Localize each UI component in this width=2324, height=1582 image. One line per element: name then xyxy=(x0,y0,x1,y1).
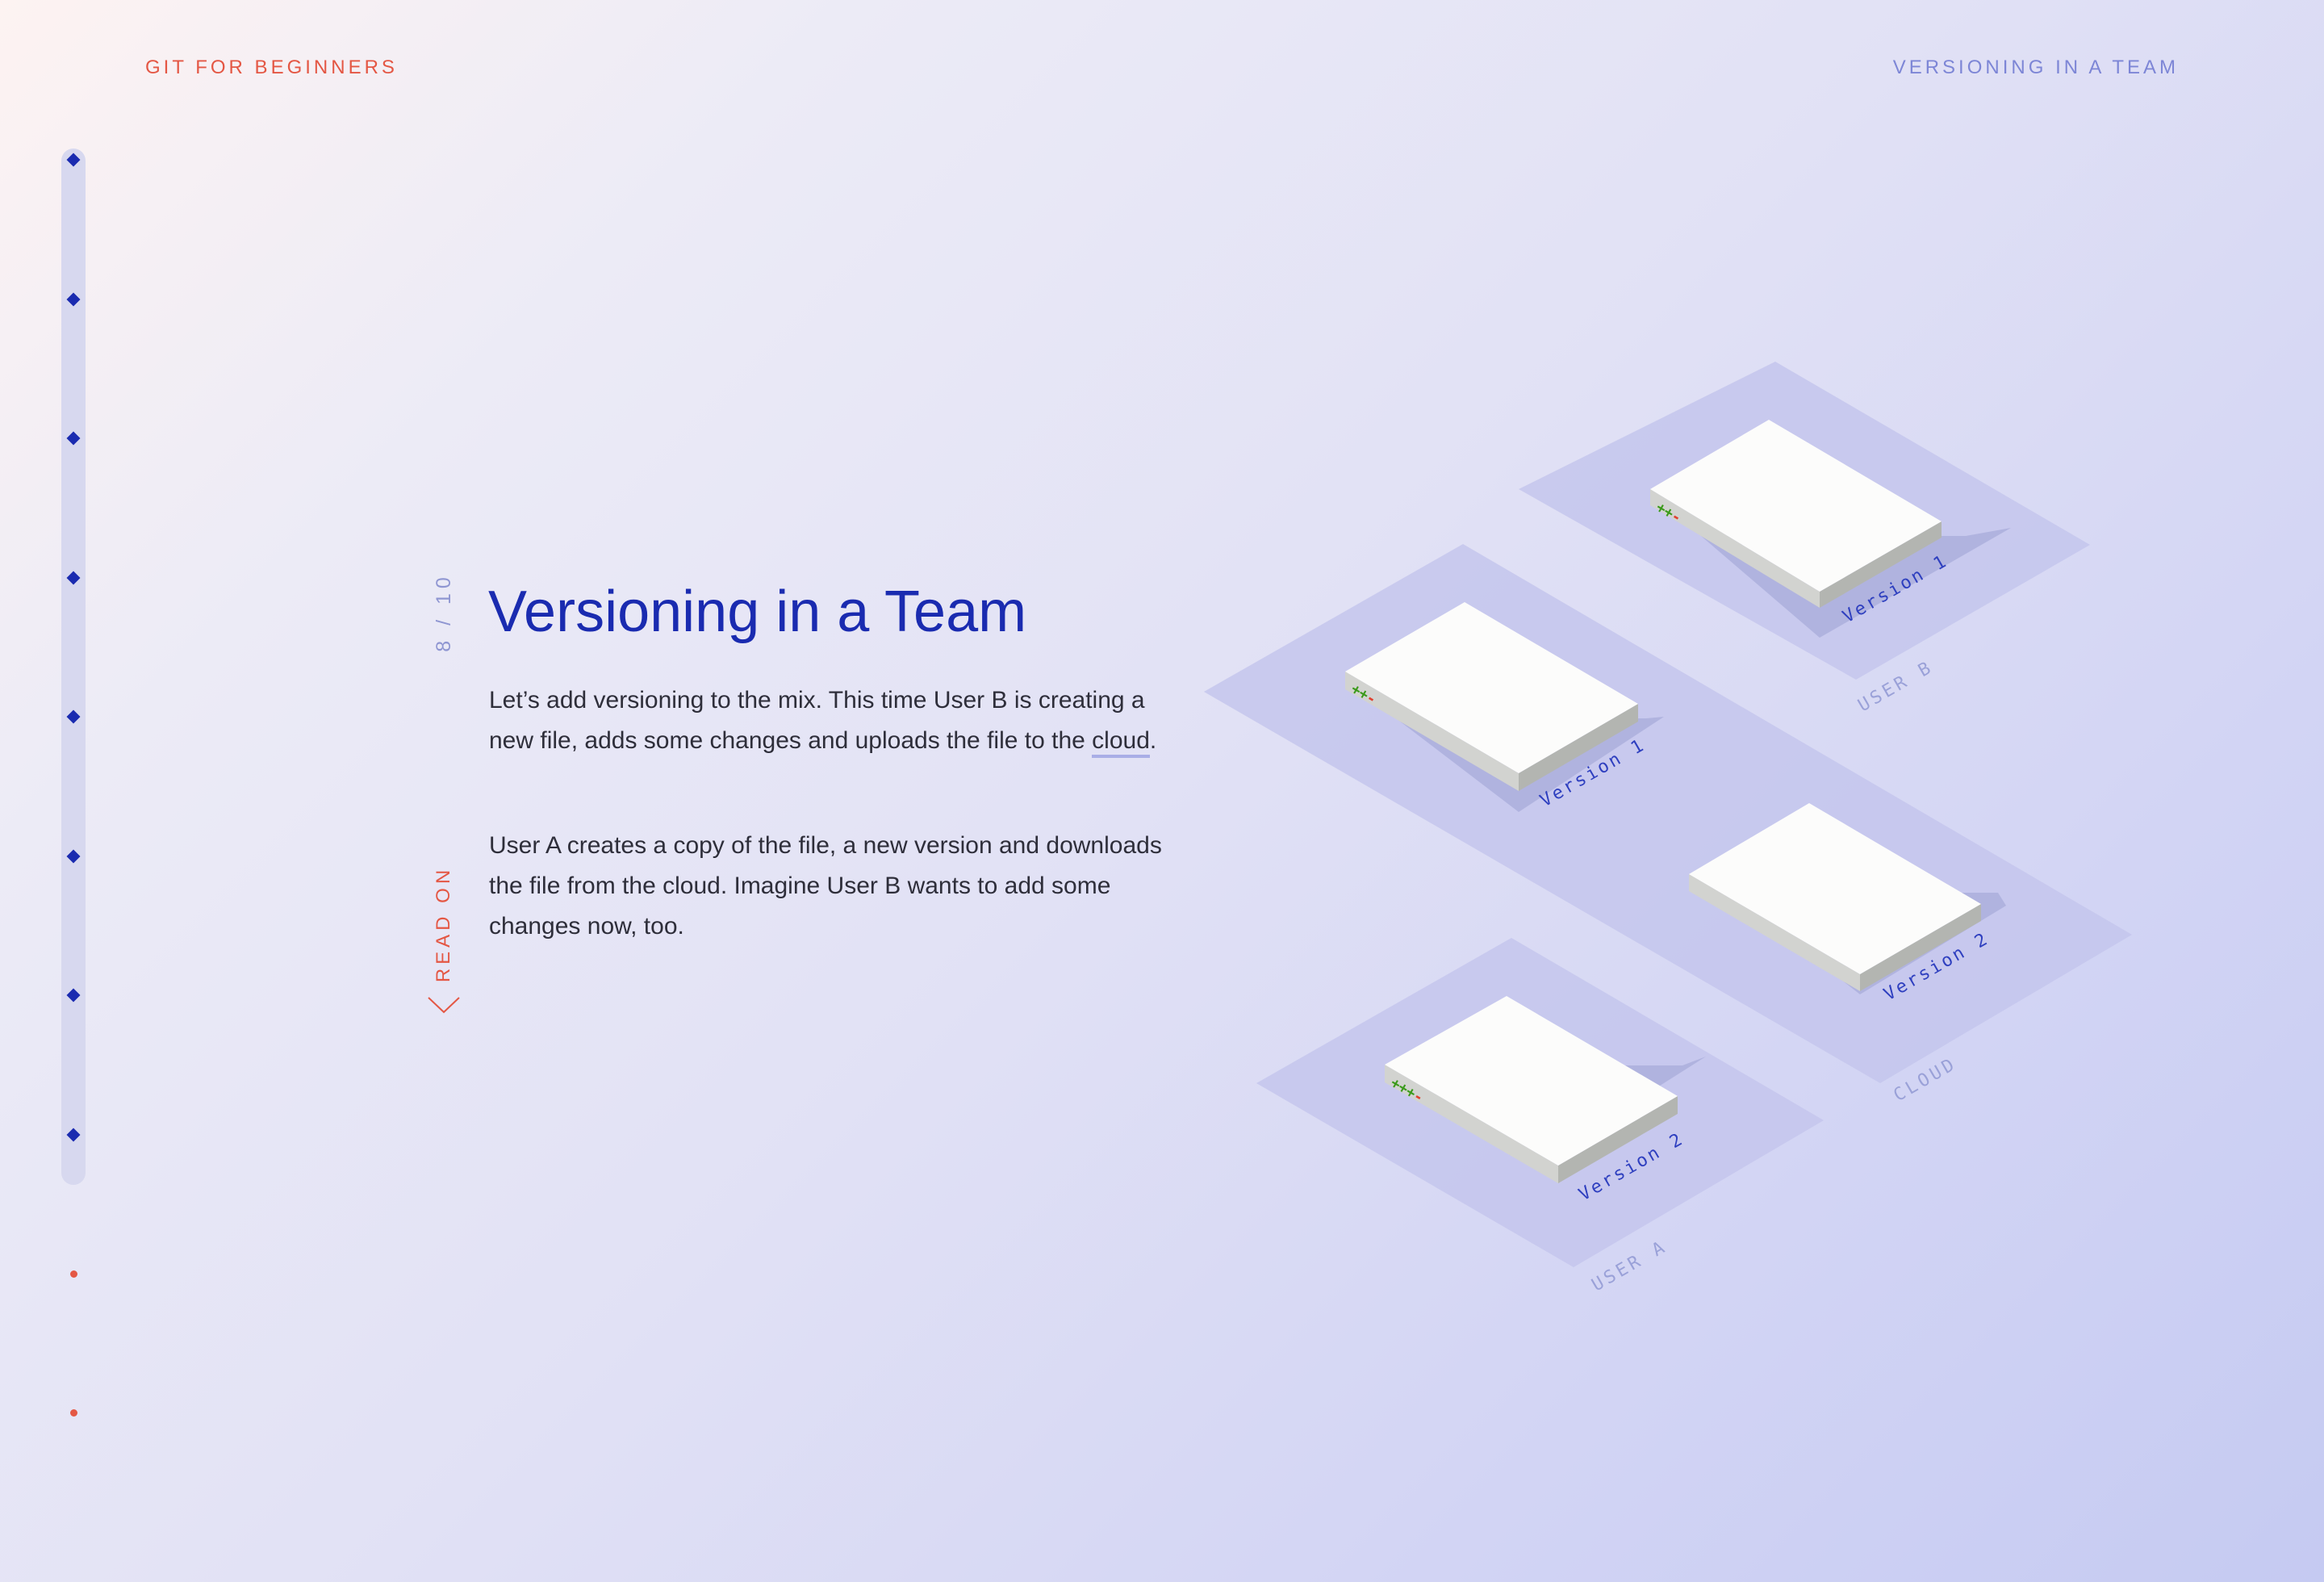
chevron-down-icon[interactable] xyxy=(426,994,462,1017)
slide-counter: 8 / 10 xyxy=(426,571,462,652)
intro-paragraph: Let’s add versioning to the mix. This ti… xyxy=(489,680,1167,761)
progress-dot-upcoming[interactable] xyxy=(69,1409,77,1417)
cloud-zone xyxy=(1204,544,2132,1083)
read-on-label: READ ON xyxy=(433,865,455,983)
site-title-link[interactable]: GIT FOR BEGINNERS xyxy=(145,56,398,79)
read-on-button[interactable]: READ ON xyxy=(426,864,462,985)
section-title: VERSIONING IN A TEAM xyxy=(1892,56,2179,78)
page-heading: Versioning in a Team xyxy=(488,580,1027,644)
cloud-link[interactable]: cloud xyxy=(1092,727,1150,758)
followup-paragraph: User A creates a copy of the file, a new… xyxy=(489,832,1162,940)
versioning-illustration: USER B CLOUD USER A ++- Version 1 ++- Ve… xyxy=(1204,362,2132,1295)
slide-counter-text: 8 / 10 xyxy=(432,571,455,652)
progress-dot-upcoming[interactable] xyxy=(69,1270,77,1278)
intro-paragraph-text: Let’s add versioning to the mix. This ti… xyxy=(489,687,1145,754)
intro-paragraph-end: . xyxy=(1149,727,1157,754)
